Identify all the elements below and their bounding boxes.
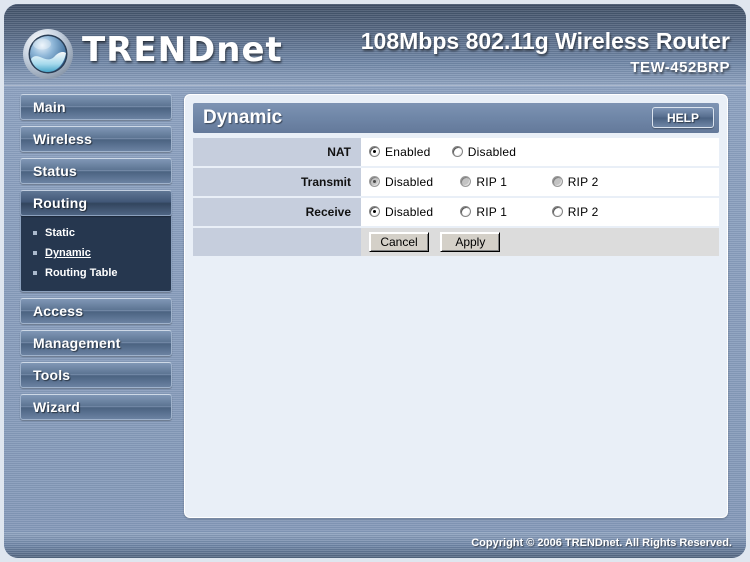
radio-dot-icon: [451, 146, 463, 158]
page-title: Dynamic: [203, 107, 283, 128]
field-label-nat: NAT: [193, 138, 361, 166]
table-row: NAT Enabled Disabled: [193, 138, 719, 166]
cancel-button[interactable]: Cancel: [369, 232, 429, 252]
sidebar-submenu-routing: Static Dynamic Routing Table: [20, 216, 172, 292]
nav-group-management: Management: [20, 330, 172, 356]
radio-label: Disabled: [385, 175, 434, 190]
radio-label: RIP 2: [567, 205, 599, 220]
sidebar-subitem-label: Dynamic: [45, 247, 91, 259]
table-row: Receive Disabled RIP 1 RIP 2: [193, 198, 719, 226]
nav-group-main: Main: [20, 94, 172, 120]
radio-dot-icon: [369, 176, 380, 188]
radio-transmit-rip2[interactable]: RIP 2: [551, 175, 618, 190]
content-panel: Dynamic HELP NAT Enabled Disabled Transm…: [184, 94, 728, 518]
sidebar-subitem-label: Routing Table: [45, 267, 118, 279]
masthead: TRENDnet 108Mbps 802.11g Wireless Router…: [4, 4, 746, 86]
sidebar-item-tools[interactable]: Tools: [20, 362, 172, 388]
body-area: Main Wireless Status Routing Static Dyna…: [4, 86, 746, 532]
radio-dot-icon: [551, 176, 563, 188]
radio-nat-disabled[interactable]: Disabled: [451, 145, 517, 160]
nav-group-access: Access: [20, 298, 172, 324]
radio-label: Enabled: [385, 145, 431, 160]
apply-button[interactable]: Apply: [440, 232, 501, 252]
field-value-transmit: Disabled RIP 1 RIP 2: [361, 168, 719, 196]
form-actions: Cancel Apply: [361, 228, 719, 256]
radio-label: Disabled: [467, 145, 517, 160]
sidebar-item-label: Wizard: [33, 399, 80, 415]
actions-spacer: [193, 228, 361, 256]
radio-label: RIP 1: [476, 205, 508, 220]
sidebar-item-label: Routing: [33, 195, 88, 211]
sidebar-item-label: Main: [33, 99, 66, 115]
radio-dot-icon: [369, 206, 380, 218]
radio-dot-icon: [551, 206, 563, 218]
field-label-transmit: Transmit: [193, 168, 361, 196]
sidebar-item-label: Access: [33, 303, 84, 319]
nav-group-tools: Tools: [20, 362, 172, 388]
nav-group-wireless: Wireless: [20, 126, 172, 152]
sidebar-item-label: Status: [33, 163, 77, 179]
sidebar-subitem-dynamic[interactable]: Dynamic: [21, 243, 171, 263]
brand-wordmark: TRENDnet: [82, 30, 283, 70]
radio-dot-icon: [460, 206, 472, 218]
radio-receive-rip1[interactable]: RIP 1: [460, 205, 526, 219]
radio-transmit-rip1[interactable]: RIP 1: [460, 175, 526, 189]
radio-label: RIP 2: [567, 175, 599, 190]
field-value-receive: Disabled RIP 1 RIP 2: [361, 198, 719, 226]
nav-group-status: Status: [20, 158, 172, 184]
radio-transmit-disabled[interactable]: Disabled: [369, 175, 435, 189]
router-admin-page: TRENDnet 108Mbps 802.11g Wireless Router…: [0, 0, 750, 562]
sidebar-subitem-static[interactable]: Static: [21, 223, 171, 243]
panel-title-bar: Dynamic HELP: [193, 103, 719, 133]
sidebar-item-access[interactable]: Access: [20, 298, 172, 324]
field-label-receive: Receive: [193, 198, 361, 226]
model-number: TEW-452BRP: [630, 59, 730, 76]
brand-suffix: net: [216, 30, 283, 70]
trendnet-globe-icon: [22, 28, 74, 80]
radio-label: Disabled: [385, 205, 434, 220]
radio-dot-icon: [369, 146, 380, 158]
sidebar-item-status[interactable]: Status: [20, 158, 172, 184]
sidebar-item-label: Tools: [33, 367, 71, 383]
sidebar-item-main[interactable]: Main: [20, 94, 172, 120]
sidebar-item-wireless[interactable]: Wireless: [20, 126, 172, 152]
device-ui-frame: TRENDnet 108Mbps 802.11g Wireless Router…: [4, 4, 746, 558]
table-row: Transmit Disabled RIP 1 RIP 2: [193, 168, 719, 196]
sidebar-item-routing[interactable]: Routing: [20, 190, 172, 216]
sidebar-item-label: Wireless: [33, 131, 93, 147]
help-button[interactable]: HELP: [652, 107, 714, 128]
sidebar-subitem-label: Static: [45, 227, 75, 239]
sidebar-item-management[interactable]: Management: [20, 330, 172, 356]
product-title: 108Mbps 802.11g Wireless Router: [360, 28, 730, 54]
sidebar-nav: Main Wireless Status Routing Static Dyna…: [20, 94, 172, 426]
brand-main: TREND: [82, 30, 217, 70]
dynamic-routing-form: NAT Enabled Disabled Transmit Disabled R…: [193, 136, 719, 258]
footer-bar: Copyright © 2006 TRENDnet. All Rights Re…: [4, 532, 746, 558]
field-value-nat: Enabled Disabled: [361, 138, 719, 166]
radio-label: RIP 1: [476, 175, 508, 190]
radio-receive-rip2[interactable]: RIP 2: [551, 205, 618, 220]
radio-nat-enabled[interactable]: Enabled: [369, 145, 430, 159]
radio-receive-disabled[interactable]: Disabled: [369, 205, 435, 219]
nav-group-wizard: Wizard: [20, 394, 172, 420]
sidebar-subitem-routing-table[interactable]: Routing Table: [21, 263, 171, 283]
sidebar-item-wizard[interactable]: Wizard: [20, 394, 172, 420]
sidebar-item-label: Management: [33, 335, 121, 351]
nav-group-routing: Routing Static Dynamic Routing Table: [20, 190, 172, 292]
help-button-label: HELP: [666, 111, 699, 125]
radio-dot-icon: [460, 176, 472, 188]
copyright-text: Copyright © 2006 TRENDnet. All Rights Re…: [471, 537, 732, 549]
table-row-actions: Cancel Apply: [193, 228, 719, 256]
